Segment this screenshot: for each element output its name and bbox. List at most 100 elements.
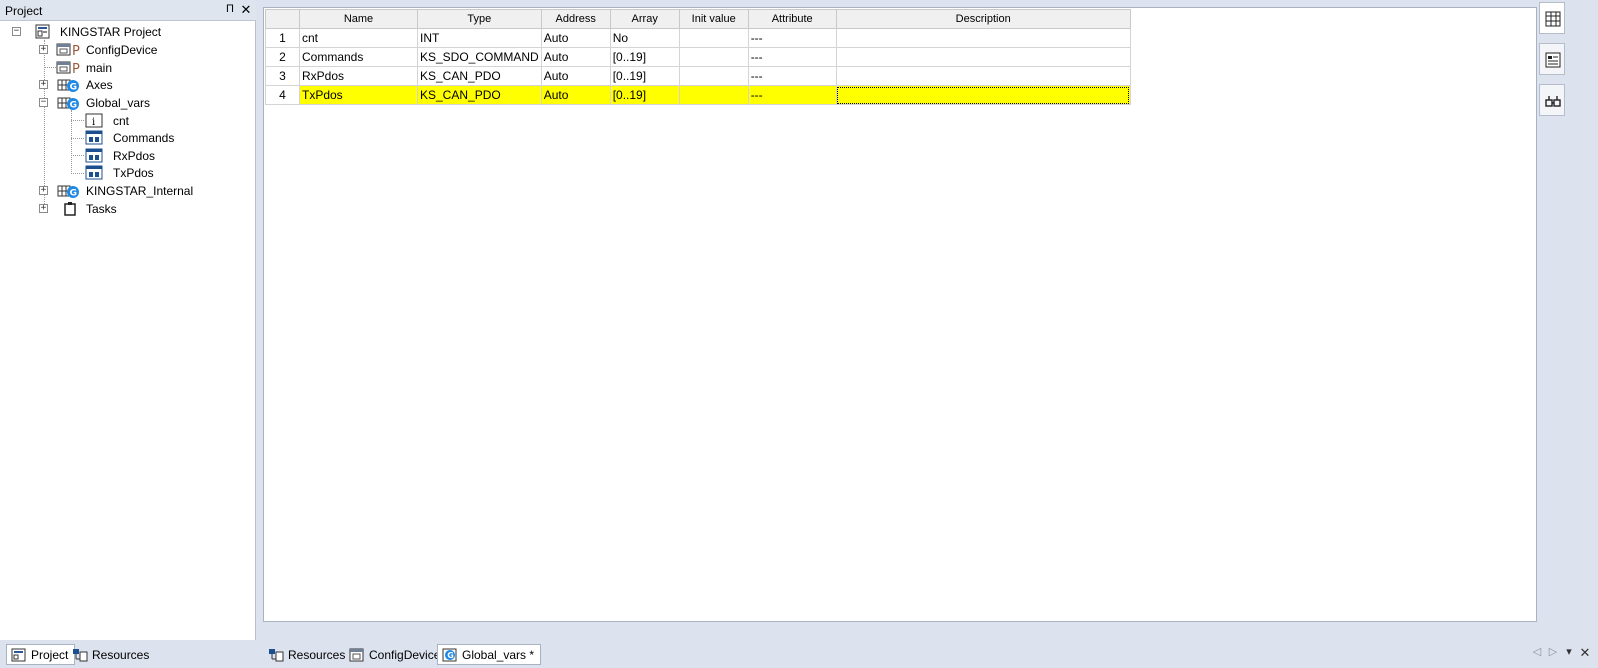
scroll-tabs-left-icon[interactable]: ◁: [1530, 645, 1544, 661]
cell-address[interactable]: Auto: [540, 28, 611, 48]
table-row[interactable]: 1 cnt INT Auto No ---: [265, 28, 1131, 48]
cell-array[interactable]: [0..19]: [609, 66, 680, 86]
editor-view-toolbar: [1538, 0, 1572, 130]
cell-attribute[interactable]: ---: [747, 47, 837, 67]
expand-toggle[interactable]: +: [39, 45, 48, 54]
cell-init-value[interactable]: [678, 66, 749, 86]
cell-array[interactable]: [0..19]: [609, 47, 680, 67]
row-number[interactable]: 1: [265, 28, 300, 48]
close-document-icon[interactable]: ✕: [1578, 645, 1592, 661]
tree-item-label: ConfigDevice: [86, 43, 158, 57]
tab-label: Resources: [288, 648, 346, 662]
tree-item-kingstar-project[interactable]: − KINGSTAR Project: [0, 23, 256, 41]
collapse-toggle[interactable]: −: [12, 27, 21, 36]
tree-item-label: KINGSTAR_Internal: [86, 184, 194, 198]
expand-toggle[interactable]: +: [39, 80, 48, 89]
tab-global-vars-doc[interactable]: G Global_vars *: [437, 644, 542, 665]
cell-address[interactable]: Auto: [540, 85, 611, 105]
svg-text:G: G: [447, 651, 454, 660]
tree-item-tasks[interactable]: + Tasks: [0, 200, 256, 218]
grid-header-row: Name Type Address Array Init value Attri…: [265, 9, 1131, 29]
tab-configdevice-doc[interactable]: ConfigDevice: [344, 644, 447, 665]
collapse-toggle[interactable]: −: [39, 98, 48, 107]
project-pane-title: Project: [5, 4, 43, 18]
cell-type[interactable]: KS_SDO_COMMAND: [417, 47, 542, 67]
table-row[interactable]: 3 RxPdos KS_CAN_PDO Auto [0..19] ---: [265, 66, 1131, 86]
tree-item-configdevice[interactable]: + P ConfigDevice: [0, 41, 256, 59]
row-number[interactable]: 4: [265, 85, 300, 105]
cell-name[interactable]: cnt: [299, 28, 418, 48]
cell-array[interactable]: [0..19]: [609, 85, 680, 105]
row-number[interactable]: 3: [265, 66, 300, 86]
column-header-array[interactable]: Array: [609, 9, 680, 29]
table-row[interactable]: 2 Commands KS_SDO_COMMAND Auto [0..19] -…: [265, 47, 1131, 67]
cell-address[interactable]: Auto: [540, 66, 611, 86]
row-number[interactable]: 2: [265, 47, 300, 67]
svg-text:i: i: [92, 117, 95, 128]
project-icon: [35, 24, 50, 39]
cell-name[interactable]: RxPdos: [299, 66, 418, 86]
grid-view-button[interactable]: [1539, 2, 1565, 34]
tree-item-label: Global_vars: [86, 96, 151, 110]
cell-description[interactable]: [835, 85, 1131, 105]
pin-icon[interactable]: Π: [224, 3, 236, 17]
column-header-address[interactable]: Address: [540, 9, 611, 29]
expand-toggle[interactable]: +: [39, 204, 48, 213]
tree-item-commands[interactable]: Commands: [0, 129, 256, 147]
tree-item-cnt[interactable]: i cnt: [0, 112, 256, 130]
tree-item-txpdos[interactable]: TxPdos: [0, 164, 256, 182]
project-pane: Project Π ✕ − KINGSTAR Project + P Confi…: [0, 0, 256, 640]
tree-item-main[interactable]: P main: [0, 59, 256, 77]
tab-resources[interactable]: Resources: [67, 644, 156, 665]
close-pane-button[interactable]: ✕: [240, 2, 252, 17]
tree-item-label: TxPdos: [113, 166, 154, 180]
tab-label: Resources: [92, 648, 150, 662]
tab-label: Project: [31, 648, 69, 662]
variables-grid: Name Type Address Array Init value Attri…: [265, 9, 1131, 105]
text-view-button[interactable]: [1539, 43, 1565, 75]
cell-description[interactable]: [835, 28, 1131, 48]
column-header-description[interactable]: Description: [835, 9, 1131, 29]
svg-text:G: G: [70, 101, 77, 110]
cell-attribute[interactable]: ---: [747, 66, 837, 86]
column-header-name[interactable]: Name: [299, 9, 418, 29]
tree-item-rxpdos[interactable]: RxPdos: [0, 147, 256, 165]
cell-array[interactable]: No: [609, 28, 680, 48]
tree-item-global-vars[interactable]: − G Global_vars: [0, 94, 256, 112]
cell-type[interactable]: KS_CAN_PDO: [417, 85, 542, 105]
global-vars-icon: G: [57, 97, 79, 110]
cell-attribute[interactable]: ---: [747, 28, 837, 48]
table-row-selected[interactable]: 4 TxPdos KS_CAN_PDO Auto [0..19] ---: [265, 85, 1131, 105]
tree-item-label: RxPdos: [113, 149, 156, 163]
dictionary-button[interactable]: [1539, 84, 1565, 116]
svg-text:G: G: [70, 83, 77, 92]
scroll-tabs-right-icon[interactable]: ▷: [1546, 645, 1560, 661]
cell-name[interactable]: TxPdos: [299, 85, 418, 105]
tree-item-kingstar-internal[interactable]: + G KINGSTAR_Internal: [0, 182, 256, 200]
global-vars-tab-icon: G: [442, 648, 457, 662]
text-view-icon: [1545, 52, 1561, 68]
cell-type[interactable]: INT: [417, 28, 542, 48]
cell-type[interactable]: KS_CAN_PDO: [417, 66, 542, 86]
cell-init-value[interactable]: [678, 47, 749, 67]
cell-address[interactable]: Auto: [540, 47, 611, 67]
cell-description[interactable]: [835, 47, 1131, 67]
cell-name[interactable]: Commands: [299, 47, 418, 67]
document-tabs: Resources ConfigDevice G Global_vars * ◁…: [263, 641, 1598, 668]
variable-icon: i: [85, 113, 103, 128]
config-device-icon: P: [56, 43, 80, 57]
column-header-attribute[interactable]: Attribute: [747, 9, 837, 29]
column-header-type[interactable]: Type: [417, 9, 542, 29]
tree-item-axes[interactable]: + G Axes: [0, 76, 256, 94]
expand-toggle[interactable]: +: [39, 186, 48, 195]
cell-init-value[interactable]: [678, 28, 749, 48]
tab-list-dropdown-icon[interactable]: ▾: [1562, 645, 1576, 661]
cell-attribute[interactable]: ---: [747, 85, 837, 105]
cell-description[interactable]: [835, 66, 1131, 86]
tab-project[interactable]: Project: [6, 644, 76, 665]
column-header-init-value[interactable]: Init value: [678, 9, 749, 29]
cell-init-value[interactable]: [678, 85, 749, 105]
tree-item-label: KINGSTAR Project: [60, 25, 162, 39]
tab-resources-doc[interactable]: Resources: [263, 644, 352, 665]
svg-text:P: P: [72, 44, 80, 57]
